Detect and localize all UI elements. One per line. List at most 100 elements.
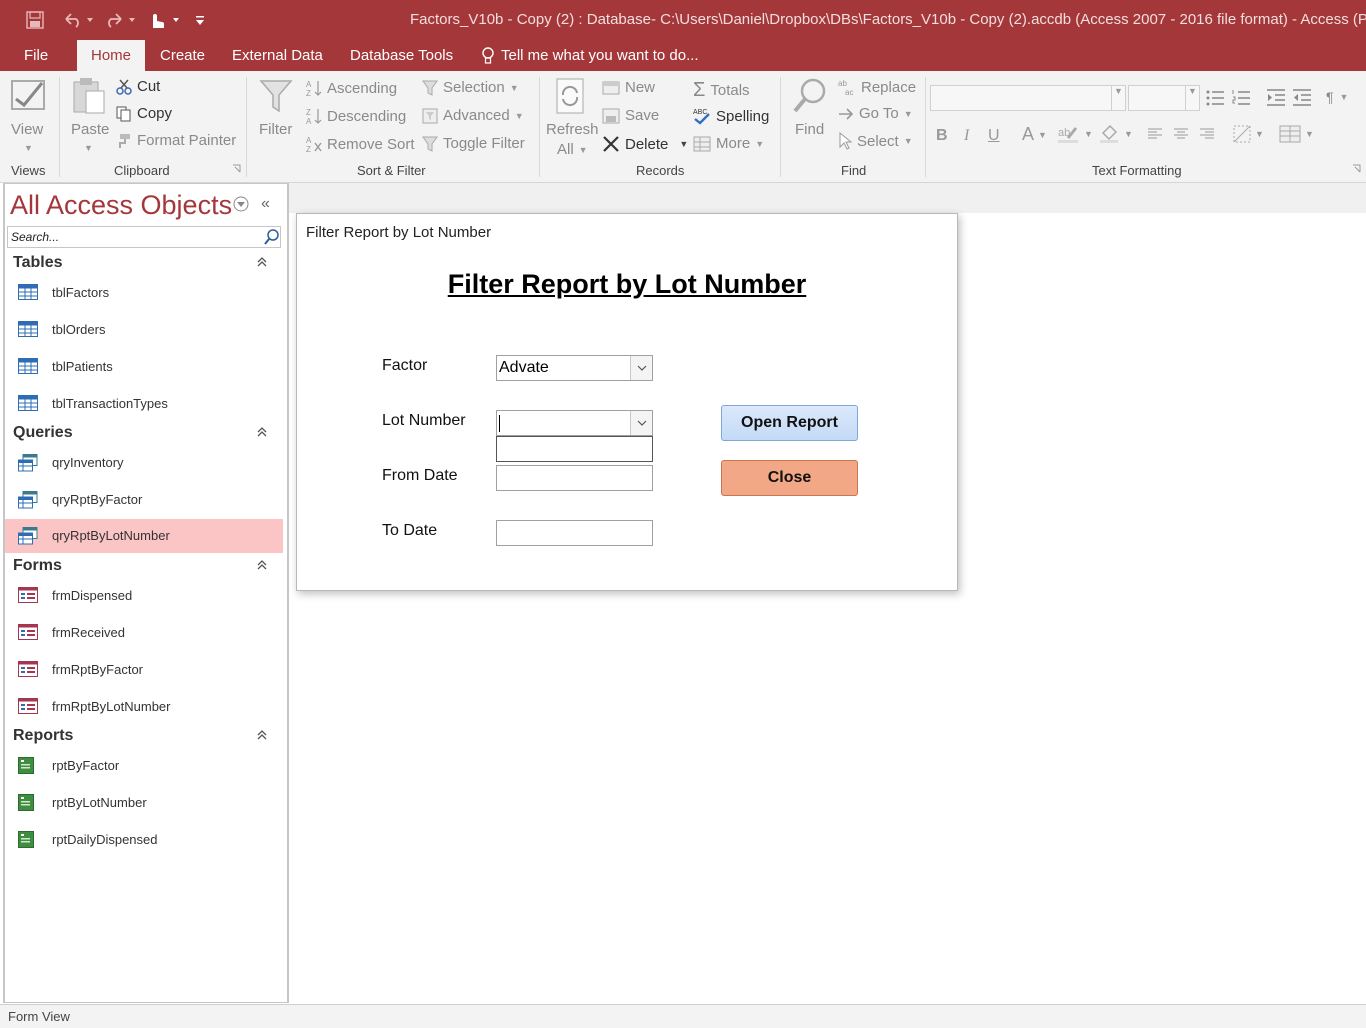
copy-button[interactable]: Copy	[116, 105, 172, 122]
chevron-down-icon[interactable]	[630, 356, 652, 380]
descending-button[interactable]: ZA Descending	[306, 107, 406, 127]
nav-group-queries[interactable]: Queries	[5, 420, 283, 446]
collapse-group-icon	[257, 426, 267, 438]
font-name-dropdown[interactable]: ▼	[930, 85, 1126, 111]
select-button[interactable]: Select ▼	[838, 131, 913, 150]
align-center-icon[interactable]	[1174, 128, 1188, 140]
filter-button[interactable]: Filter	[256, 77, 298, 157]
more-label: More	[716, 135, 751, 152]
nav-search-input[interactable]: Search...	[7, 226, 281, 248]
fill-color-button[interactable]: ▼	[1100, 124, 1133, 144]
nav-menu-dropdown-icon[interactable]	[233, 196, 249, 212]
go-to-button[interactable]: Go To ▼	[838, 105, 913, 122]
nav-item-qryRptByLotNumber[interactable]: qryRptByLotNumber	[5, 519, 283, 553]
nav-group-label: Forms	[13, 557, 62, 574]
decrease-indent-icon[interactable]	[1293, 89, 1311, 107]
advanced-label: Advanced	[443, 107, 510, 124]
refresh-all-button[interactable]: Refresh All ▼	[546, 77, 599, 163]
chevron-down-icon: ▼	[1038, 129, 1047, 140]
nav-item-tblOrders[interactable]: tblOrders	[5, 313, 283, 347]
nav-item-qryInventory[interactable]: qryInventory	[5, 446, 283, 480]
nav-item-rptByFactor[interactable]: rptByFactor	[5, 749, 283, 783]
svg-text:A: A	[306, 80, 312, 89]
paragraph-icon[interactable]: ¶ ▼	[1326, 89, 1348, 105]
factor-combobox[interactable]: Advate	[496, 355, 653, 381]
font-size-dropdown[interactable]: ▼	[1128, 85, 1200, 111]
touch-mode-icon[interactable]	[146, 8, 182, 32]
open-report-button[interactable]: Open Report	[721, 405, 858, 441]
highlight-button[interactable]: ab ▼	[1058, 124, 1093, 144]
nav-group-forms[interactable]: Forms	[5, 553, 283, 579]
selection-button[interactable]: Selection ▼	[422, 79, 519, 96]
lot-number-combobox[interactable]	[496, 410, 653, 436]
nav-item-frmRptByFactor[interactable]: frmRptByFactor	[5, 653, 283, 687]
increase-indent-icon[interactable]	[1267, 89, 1285, 107]
paste-button[interactable]: Paste ▼	[68, 77, 110, 157]
spelling-button[interactable]: ABC Spelling	[693, 107, 769, 125]
bold-icon[interactable]: B	[936, 127, 948, 145]
align-right-icon[interactable]	[1200, 128, 1214, 140]
remove-sort-button[interactable]: AZ Remove Sort	[306, 135, 415, 155]
chevron-down-icon[interactable]	[630, 411, 652, 435]
nav-item-qryRptByFactor[interactable]: qryRptByFactor	[5, 483, 283, 517]
numbering-icon[interactable]	[1232, 89, 1250, 107]
underline-icon[interactable]: U	[988, 127, 1000, 145]
dialog-launcher-icon[interactable]	[1353, 164, 1361, 173]
nav-item-tblFactors[interactable]: tblFactors	[5, 276, 283, 310]
tab-create[interactable]: Create	[148, 40, 217, 71]
from-date-field[interactable]	[496, 465, 653, 491]
lot-number-dropdown-list[interactable]	[496, 436, 653, 462]
nav-pane-title[interactable]: All Access Objects	[10, 190, 232, 221]
font-color-button[interactable]: A ▼	[1022, 124, 1047, 145]
customize-icon[interactable]	[192, 8, 208, 32]
close-button[interactable]: Close	[721, 460, 858, 496]
advanced-button[interactable]: Advanced ▼	[422, 107, 524, 124]
align-left-icon[interactable]	[1148, 128, 1162, 140]
tab-home[interactable]: Home	[77, 40, 145, 71]
nav-item-frmDispensed[interactable]: frmDispensed	[5, 579, 283, 613]
redo-icon[interactable]	[104, 8, 140, 32]
form-heading: Filter Report by Lot Number	[447, 269, 807, 299]
undo-icon[interactable]	[60, 8, 96, 32]
format-painter-button[interactable]: Format Painter	[116, 132, 236, 149]
gridlines-button[interactable]: ▼	[1233, 125, 1264, 143]
view-button[interactable]: View ▼	[8, 77, 50, 157]
alternate-row-color-button[interactable]: ▼	[1279, 125, 1314, 143]
replace-button[interactable]: ab ac Replace	[838, 78, 916, 98]
tab-external-data[interactable]: External Data	[220, 40, 335, 71]
nav-group-reports[interactable]: Reports	[5, 723, 283, 749]
nav-item-tblTransactionTypes[interactable]: tblTransactionTypes	[5, 387, 283, 421]
tell-me-box[interactable]: Tell me what you want to do...	[481, 40, 699, 71]
ascending-button[interactable]: AZ Ascending	[306, 79, 397, 99]
form-caption: Filter Report by Lot Number	[306, 224, 492, 241]
search-icon[interactable]	[264, 229, 280, 245]
spelling-check-icon: ABC	[693, 107, 711, 125]
save-icon[interactable]	[24, 8, 46, 32]
nav-item-frmRptByLotNumber[interactable]: frmRptByLotNumber	[5, 690, 283, 724]
query-icon	[18, 491, 38, 509]
nav-item-rptByLotNumber[interactable]: rptByLotNumber	[5, 786, 283, 820]
italic-icon[interactable]: I	[964, 127, 969, 145]
more-button[interactable]: More ▼	[693, 135, 764, 152]
nav-item-rptDailyDispensed[interactable]: rptDailyDispensed	[5, 823, 283, 857]
delete-record-button[interactable]: Delete ▼	[602, 135, 688, 153]
nav-item-tblPatients[interactable]: tblPatients	[5, 350, 283, 384]
toggle-filter-button[interactable]: Toggle Filter	[422, 135, 525, 152]
svg-text:ab: ab	[838, 79, 847, 88]
tab-file[interactable]: File	[12, 40, 60, 71]
save-record-button[interactable]: Save	[602, 107, 659, 124]
nav-group-tables[interactable]: Tables	[5, 250, 283, 276]
nav-item-frmReceived[interactable]: frmReceived	[5, 616, 283, 650]
collapse-pane-icon[interactable]: «	[261, 196, 270, 212]
cut-button[interactable]: Cut	[116, 78, 160, 95]
tab-database-tools[interactable]: Database Tools	[338, 40, 465, 71]
bullets-icon[interactable]	[1206, 89, 1224, 107]
new-record-button[interactable]: New	[602, 79, 655, 96]
totals-button[interactable]: Σ Totals	[693, 79, 750, 102]
group-label-text-formatting: Text Formatting	[1092, 163, 1182, 178]
find-button[interactable]: Find	[790, 77, 830, 157]
group-divider	[59, 77, 60, 177]
to-date-field[interactable]	[496, 520, 653, 546]
advanced-filter-icon	[422, 108, 438, 124]
dialog-launcher-icon[interactable]	[233, 164, 241, 173]
